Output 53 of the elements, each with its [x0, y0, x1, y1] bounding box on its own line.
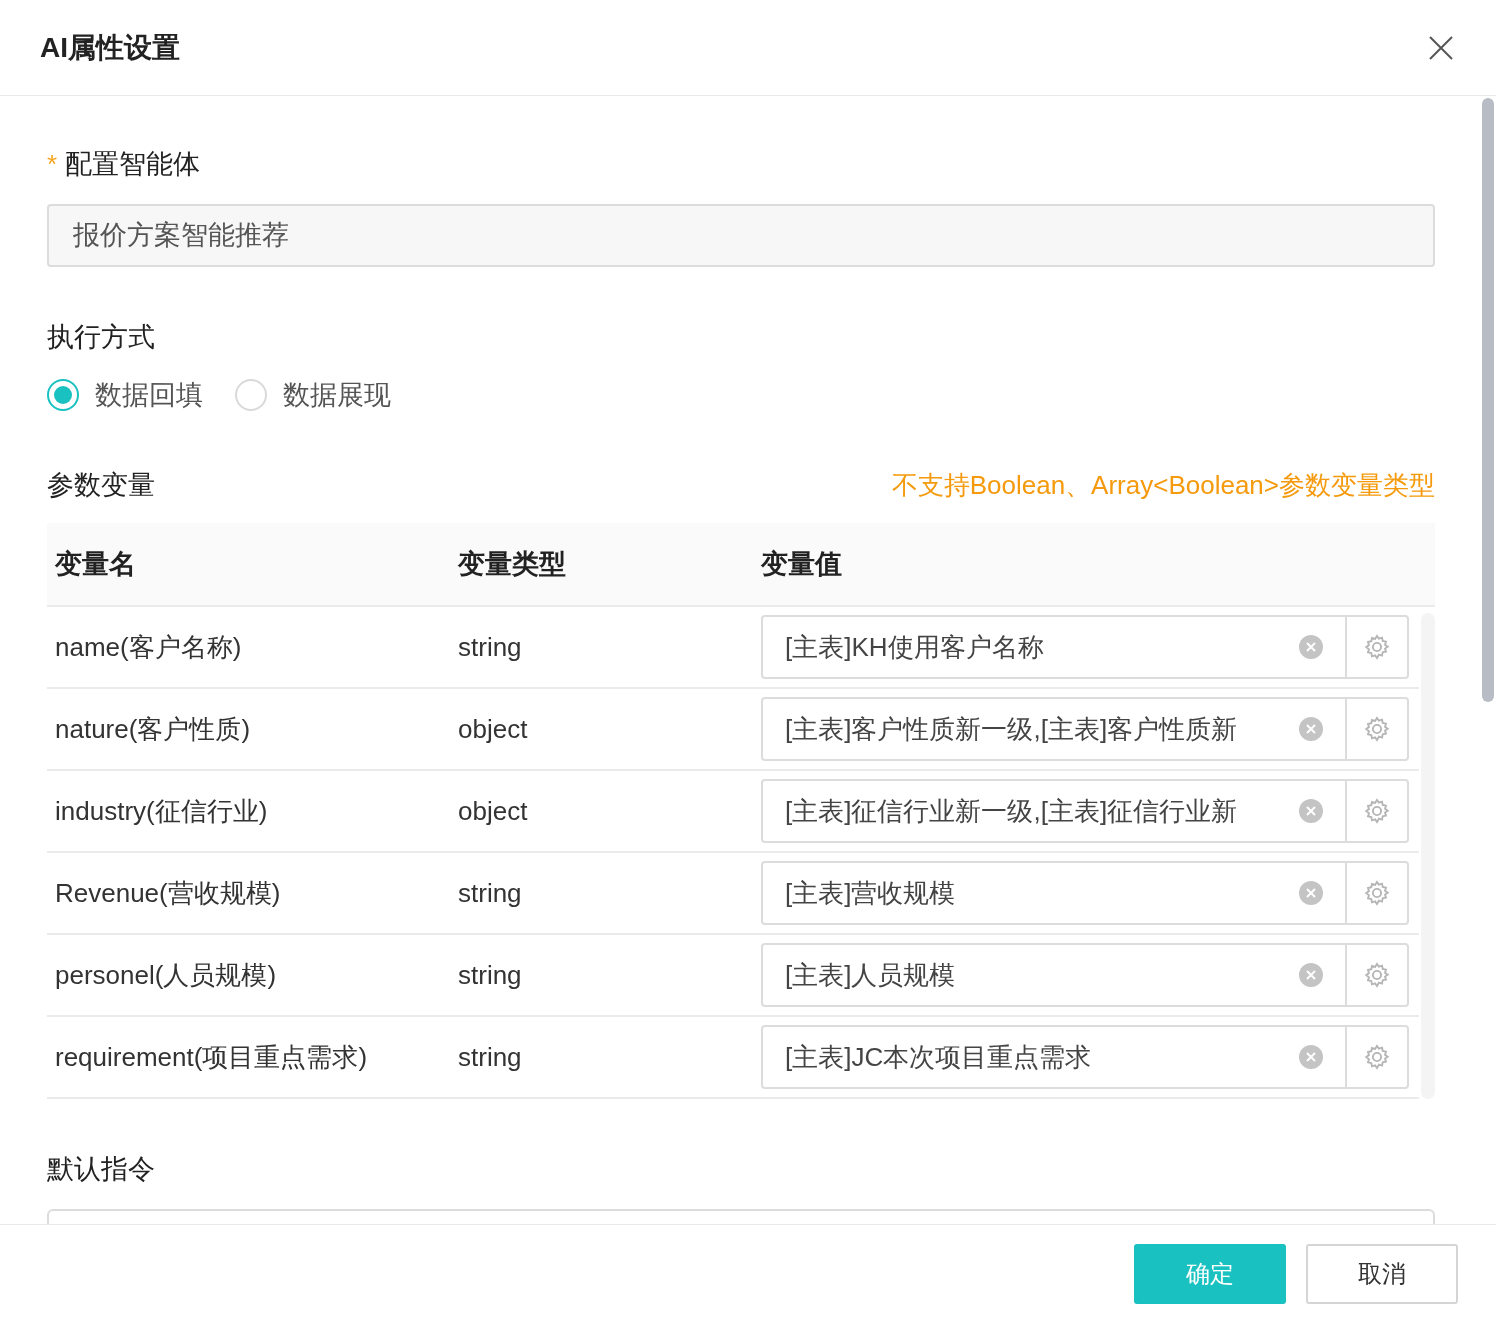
table-cell-text: personel(人员规模): [54, 958, 278, 992]
column-header: 变量名: [54, 547, 137, 581]
clear-icon[interactable]: [1299, 881, 1323, 905]
field-label: 配置智能体: [65, 147, 201, 181]
value-field[interactable]: [主表]客户性质新一级,[主表]客户性质新: [761, 697, 1409, 761]
clear-icon[interactable]: [1299, 799, 1323, 823]
value-field[interactable]: [主表]人员规模: [761, 943, 1409, 1007]
column-header: 变量类型: [457, 547, 567, 581]
radio-label: 数据回填: [95, 378, 203, 412]
warning-text: 不支持Boolean、Array<Boolean>参数变量类型: [891, 468, 1435, 502]
field-value: [主表]JC本次项目重点需求: [784, 1040, 1093, 1074]
field-value: [主表]营收规模: [784, 876, 957, 910]
clear-icon[interactable]: [1299, 635, 1323, 659]
table-cell-text: string: [457, 876, 523, 910]
radio-button[interactable]: [235, 379, 267, 411]
table-cell-text: object: [457, 712, 529, 746]
table-cell-text: string: [457, 958, 523, 992]
settings-icon: [1363, 879, 1391, 907]
section-label: 默认指令: [47, 1152, 156, 1186]
field-value: [主表]客户性质新一级,[主表]客户性质新: [784, 712, 1239, 746]
value-field[interactable]: [主表]JC本次项目重点需求: [761, 1025, 1409, 1089]
table-cell-text: object: [457, 794, 529, 828]
table-cell-text: nature(客户性质): [54, 712, 252, 746]
field-value: [主表]人员规模: [784, 958, 957, 992]
settings-icon: [1363, 1043, 1391, 1071]
section-label: 参数变量: [47, 468, 155, 502]
settings-icon: [1363, 633, 1391, 661]
field-value: [主表]KH使用客户名称: [784, 630, 1045, 664]
column-header: 变量值: [760, 547, 842, 581]
settings-icon: [1363, 715, 1391, 743]
table-cell-text: industry(征信行业): [54, 794, 269, 828]
section-label: 执行方式: [47, 320, 156, 354]
required-mark: *: [47, 147, 58, 181]
settings-icon: [1363, 797, 1391, 825]
value-field[interactable]: [主表]征信行业新一级,[主表]征信行业新: [761, 779, 1409, 843]
value-field[interactable]: [主表]KH使用客户名称: [761, 615, 1409, 679]
table-cell-text: name(客户名称): [54, 630, 243, 664]
dialog-title: AI属性设置: [40, 30, 180, 65]
table-cell-text: Revenue(营收规模): [54, 876, 282, 910]
table-cell-text: string: [457, 1040, 523, 1074]
cancel-button[interactable]: 取消: [1306, 1243, 1458, 1304]
clear-icon[interactable]: [1299, 717, 1323, 741]
radio-button[interactable]: [47, 379, 79, 411]
agent-field[interactable]: 报价方案智能推荐: [47, 204, 1435, 267]
radio-label: 数据展现: [283, 378, 391, 412]
settings-icon: [1363, 961, 1391, 989]
field-value: [主表]征信行业新一级,[主表]征信行业新: [784, 794, 1239, 828]
value-field[interactable]: [主表]营收规模: [761, 861, 1409, 925]
scrollbar[interactable]: [1482, 98, 1494, 702]
clear-icon[interactable]: [1299, 1045, 1323, 1069]
table-cell-text: requirement(项目重点需求): [54, 1040, 369, 1074]
table-cell-text: string: [457, 630, 523, 664]
clear-icon[interactable]: [1299, 963, 1323, 987]
